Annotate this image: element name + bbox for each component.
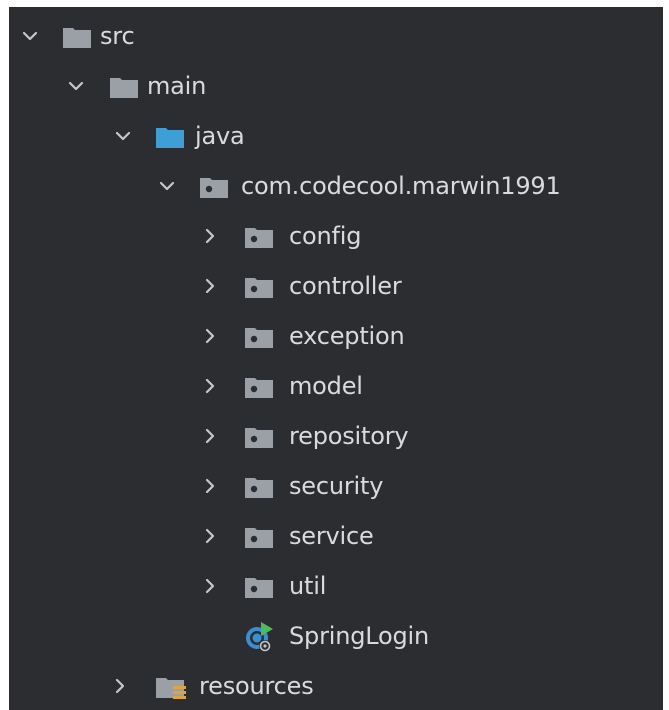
folder-icon <box>109 74 139 100</box>
folder-icon <box>62 24 92 50</box>
tree-node-label: main <box>147 72 207 100</box>
tree-node-repository[interactable]: repository <box>9 412 663 462</box>
chevron-right-icon[interactable] <box>199 275 221 297</box>
chevron-right-icon[interactable] <box>199 325 221 347</box>
chevron-down-icon[interactable] <box>112 125 134 147</box>
tree-node-exception[interactable]: exception <box>9 312 663 362</box>
tree-node-label: exception <box>289 322 405 350</box>
tree-node-label: src <box>100 22 135 50</box>
package-icon <box>244 324 274 350</box>
tree-node-label: service <box>289 522 374 550</box>
tree-node-model[interactable]: model <box>9 362 663 412</box>
tree-node-spring-login[interactable]: SpringLogin <box>9 612 663 662</box>
tree-node-resources[interactable]: resources <box>9 662 663 710</box>
package-icon <box>244 574 274 600</box>
project-tree: src main java com.codecool.marwin1991 co… <box>9 12 663 710</box>
tree-node-label: java <box>195 122 245 150</box>
chevron-right-icon[interactable] <box>199 575 221 597</box>
tree-node-label: repository <box>289 422 409 450</box>
tree-node-util[interactable]: util <box>9 562 663 612</box>
chevron-right-icon[interactable] <box>199 525 221 547</box>
package-icon <box>244 524 274 550</box>
chevron-right-icon[interactable] <box>199 225 221 247</box>
tree-node-label: controller <box>289 272 402 300</box>
project-tree-panel: src main java com.codecool.marwin1991 co… <box>9 7 663 710</box>
tree-node-label: com.codecool.marwin1991 <box>241 172 561 200</box>
chevron-right-icon[interactable] <box>109 675 131 697</box>
tree-node-label: resources <box>199 672 314 700</box>
package-icon <box>199 174 229 200</box>
chevron-right-icon[interactable] <box>199 375 221 397</box>
tree-node-label: model <box>289 372 363 400</box>
source-folder-icon <box>155 124 185 150</box>
resources-folder-icon <box>155 674 186 700</box>
package-icon <box>244 474 274 500</box>
package-icon <box>244 274 274 300</box>
chevron-down-icon[interactable] <box>156 175 178 197</box>
tree-node-security[interactable]: security <box>9 462 663 512</box>
tree-node-package[interactable]: com.codecool.marwin1991 <box>9 162 663 212</box>
chevron-right-icon[interactable] <box>199 475 221 497</box>
spring-boot-class-icon <box>243 621 275 653</box>
tree-node-java[interactable]: java <box>9 112 663 162</box>
tree-node-label: security <box>289 472 384 500</box>
tree-node-service[interactable]: service <box>9 512 663 562</box>
chevron-right-icon[interactable] <box>199 425 221 447</box>
chevron-down-icon[interactable] <box>65 75 87 97</box>
package-icon <box>244 424 274 450</box>
package-icon <box>244 374 274 400</box>
tree-node-label: config <box>289 222 362 250</box>
chevron-down-icon[interactable] <box>19 25 41 47</box>
tree-node-src[interactable]: src <box>9 12 663 62</box>
tree-node-controller[interactable]: controller <box>9 262 663 312</box>
tree-node-label: SpringLogin <box>289 622 429 650</box>
tree-node-main[interactable]: main <box>9 62 663 112</box>
tree-node-label: util <box>289 572 327 600</box>
tree-node-config[interactable]: config <box>9 212 663 262</box>
package-icon <box>244 224 274 250</box>
